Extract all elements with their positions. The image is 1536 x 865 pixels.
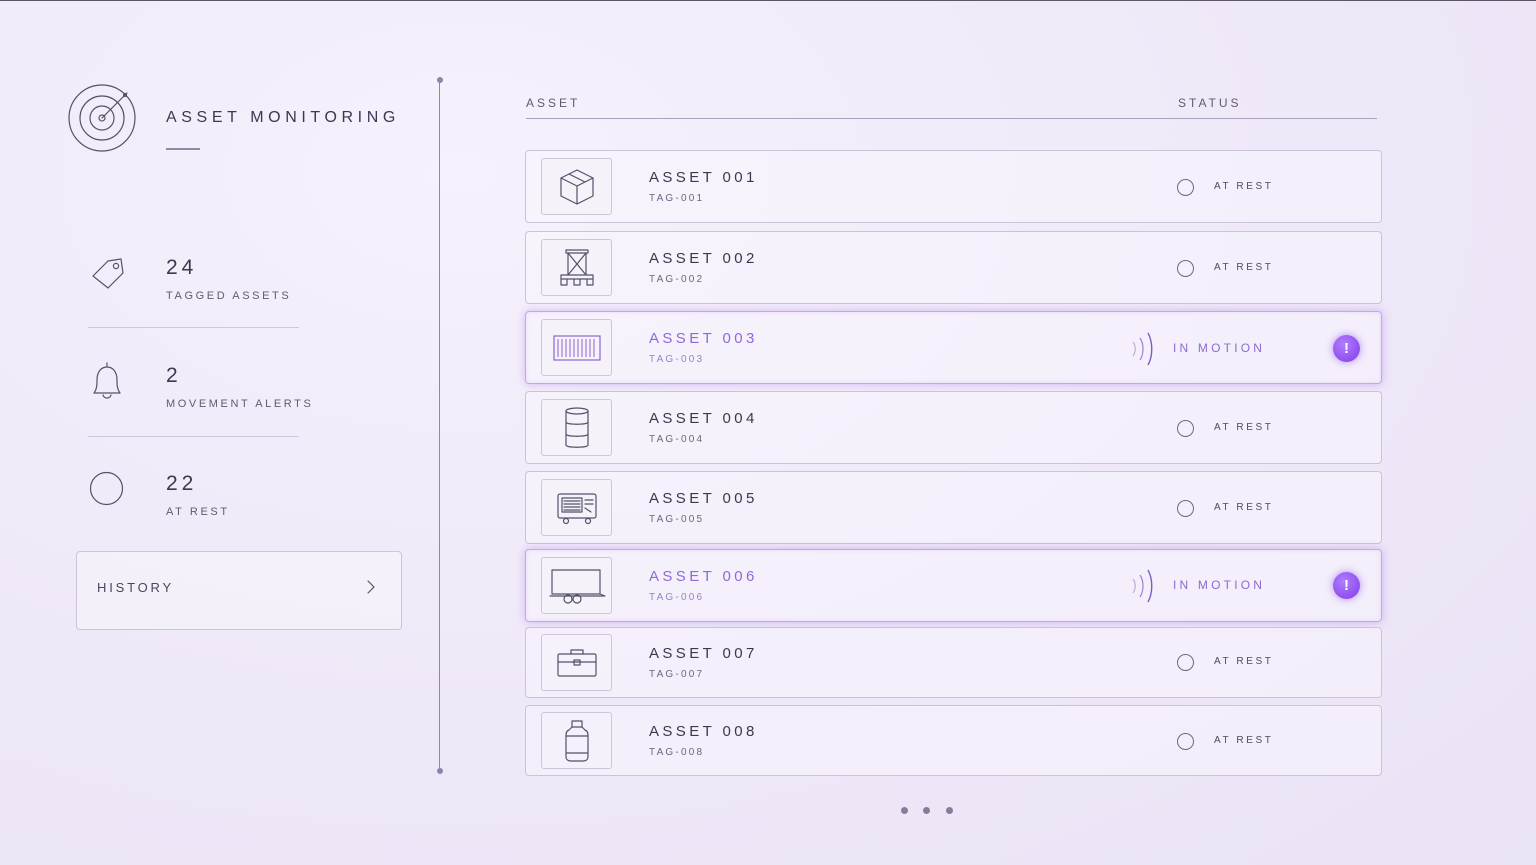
status-text: IN MOTION [1173,578,1266,592]
history-label: HISTORY [97,580,174,595]
chevron-right-icon [364,579,378,595]
status-text: IN MOTION [1173,341,1266,355]
pagination-dot-3[interactable] [946,807,953,814]
status-column-header: STATUS [1178,96,1242,110]
barrel-icon [541,399,612,456]
pallet-jack-icon [541,239,612,296]
status-text: AT REST [1214,422,1274,433]
asset-name: ASSET 001 [649,169,758,186]
circle-icon [88,470,128,510]
asset-row-003[interactable]: ASSET 003 TAG-003 IN MOTION ! [525,311,1382,384]
trailer-icon [541,557,612,614]
radar-target-icon [68,84,136,152]
asset-name: ASSET 003 [649,330,758,347]
asset-tag: TAG-005 [649,514,705,525]
status-text: AT REST [1214,181,1274,192]
at-rest-icon [1177,420,1194,437]
status-text: AT REST [1214,735,1274,746]
asset-row-008[interactable]: ASSET 008 TAG-008 AT REST [525,705,1382,776]
asset-row-002[interactable]: ASSET 002 TAG-002 AT REST [525,231,1382,304]
at-rest-icon [1177,654,1194,671]
pagination-dot-1[interactable] [901,807,908,814]
box-icon [541,158,612,215]
asset-tag: TAG-004 [649,434,705,445]
at-rest-label: AT REST [166,506,230,518]
asset-row-005[interactable]: ASSET 005 TAG-005 AT REST [525,471,1382,544]
asset-tag: TAG-001 [649,193,705,204]
pagination-dot-2[interactable] [923,807,930,814]
at-rest-icon [1177,500,1194,517]
asset-name: ASSET 005 [649,490,758,507]
motion-waves-icon [1129,331,1159,367]
gas-cylinder-icon [541,712,612,769]
asset-name: ASSET 002 [649,250,758,267]
generator-icon [541,479,612,536]
stat-divider [88,327,299,328]
divider-dot [437,768,443,774]
app-title: ASSET MONITORING [166,109,400,126]
status-text: AT REST [1214,262,1274,273]
alert-badge[interactable]: ! [1333,572,1360,599]
at-rest-icon [1177,179,1194,196]
asset-tag: TAG-008 [649,747,705,758]
stat-divider [88,436,299,437]
alert-badge[interactable]: ! [1333,335,1360,362]
toolbox-icon [541,634,612,691]
asset-row-007[interactable]: ASSET 007 TAG-007 AT REST [525,627,1382,698]
history-button[interactable]: HISTORY [76,551,402,630]
divider-dot [437,77,443,83]
asset-name: ASSET 004 [649,410,758,427]
bell-icon [87,360,127,400]
asset-column-header: ASSET [526,96,581,110]
asset-row-004[interactable]: ASSET 004 TAG-004 AT REST [525,391,1382,464]
status-text: AT REST [1214,656,1274,667]
at-rest-icon [1177,733,1194,750]
header-rule [526,118,1377,119]
tagged-assets-label: TAGGED ASSETS [166,290,292,302]
at-rest-icon [1177,260,1194,277]
motion-waves-icon [1129,568,1159,604]
asset-tag: TAG-002 [649,274,705,285]
tagged-assets-count: 24 [166,256,198,279]
movement-alerts-label: MOVEMENT ALERTS [166,398,314,410]
asset-row-006[interactable]: ASSET 006 TAG-006 IN MOTION ! [525,549,1382,622]
movement-alerts-count: 2 [166,364,182,387]
title-underline [166,148,200,150]
asset-tag: TAG-006 [649,592,705,603]
asset-name: ASSET 007 [649,645,758,662]
status-text: AT REST [1214,502,1274,513]
shipping-container-icon [541,319,612,376]
asset-tag: TAG-003 [649,354,705,365]
asset-name: ASSET 006 [649,568,758,585]
asset-tag: TAG-007 [649,669,705,680]
at-rest-count: 22 [166,472,198,495]
asset-name: ASSET 008 [649,723,758,740]
tag-icon [88,255,128,295]
panel-divider [439,80,440,771]
asset-row-001[interactable]: ASSET 001 TAG-001 AT REST [525,150,1382,223]
